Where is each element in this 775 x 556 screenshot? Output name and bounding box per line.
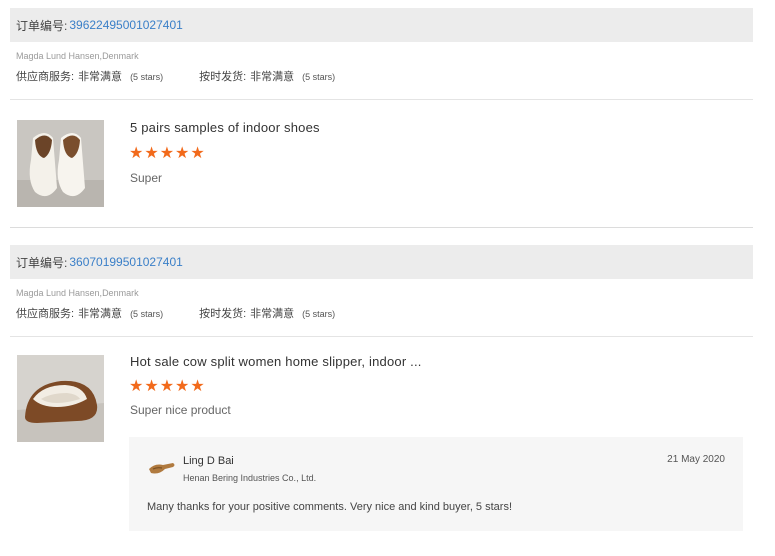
on-time-label: 按时发货: xyxy=(199,308,247,320)
supplier-service-stars: (5 stars) xyxy=(130,309,164,319)
on-time-stars: (5 stars) xyxy=(302,309,336,319)
order-meta: Magda Lund Hansen,Denmark 供应商服务: 非常满意 (5… xyxy=(10,279,753,337)
order-number-label: 订单编号: xyxy=(16,255,68,270)
supplier-service-rating: 供应商服务: 非常满意 (5 stars) xyxy=(16,305,163,321)
reply-date: 21 May 2020 xyxy=(667,454,725,465)
fur-slippers-pair-icon[interactable] xyxy=(17,120,104,207)
supplier-service-value: 非常满意 xyxy=(78,308,123,320)
supplier-reply: Ling D Bai Henan Bering Industries Co., … xyxy=(129,437,743,531)
product-title[interactable]: 5 pairs samples of indoor shoes xyxy=(130,120,320,135)
on-time-stars: (5 stars) xyxy=(302,72,336,82)
order-card: 订单编号: 39622495001027401 Magda Lund Hanse… xyxy=(10,8,753,228)
order-ratings: 供应商服务: 非常满意 (5 stars) 按时发货: 非常满意 (5 star… xyxy=(16,305,753,321)
order-header: 订单编号: 39622495001027401 xyxy=(10,8,753,42)
company-logo-icon xyxy=(147,457,177,479)
on-time-delivery-rating: 按时发货: 非常满意 (5 stars) xyxy=(199,68,335,84)
reply-message: Many thanks for your positive comments. … xyxy=(147,501,513,513)
on-time-delivery-rating: 按时发货: 非常满意 (5 stars) xyxy=(199,305,335,321)
product-review: Hot sale cow split women home slipper, i… xyxy=(10,337,753,547)
replier-company: Henan Bering Industries Co., Ltd. xyxy=(183,473,317,483)
review-comment: Super nice product xyxy=(130,403,231,417)
cow-split-slipper-icon[interactable] xyxy=(17,355,104,442)
order-number-label: 订单编号: xyxy=(16,18,68,33)
order-number-link[interactable]: 36070199501027401 xyxy=(69,255,182,269)
supplier-service-label: 供应商服务: xyxy=(16,308,75,320)
buyer-name: Magda Lund Hansen,Denmark xyxy=(16,288,139,298)
order-ratings: 供应商服务: 非常满意 (5 stars) 按时发货: 非常满意 (5 star… xyxy=(16,68,753,84)
product-title[interactable]: Hot sale cow split women home slipper, i… xyxy=(130,354,422,369)
on-time-value: 非常满意 xyxy=(250,308,295,320)
star-rating: ★★★★★ xyxy=(129,145,206,162)
order-number-link[interactable]: 39622495001027401 xyxy=(69,18,182,32)
supplier-service-label: 供应商服务: xyxy=(16,71,75,83)
supplier-service-value: 非常满意 xyxy=(78,71,123,83)
order-card: 订单编号: 36070199501027401 Magda Lund Hanse… xyxy=(10,245,753,547)
replier-name: Ling D Bai xyxy=(183,455,234,467)
on-time-label: 按时发货: xyxy=(199,71,247,83)
supplier-service-stars: (5 stars) xyxy=(130,72,164,82)
product-review: 5 pairs samples of indoor shoes ★★★★★ Su… xyxy=(10,100,753,228)
star-rating: ★★★★★ xyxy=(129,378,206,395)
supplier-service-rating: 供应商服务: 非常满意 (5 stars) xyxy=(16,68,163,84)
buyer-name: Magda Lund Hansen,Denmark xyxy=(16,51,139,61)
review-comment: Super xyxy=(130,171,163,185)
order-header: 订单编号: 36070199501027401 xyxy=(10,245,753,279)
on-time-value: 非常满意 xyxy=(250,71,295,83)
order-meta: Magda Lund Hansen,Denmark 供应商服务: 非常满意 (5… xyxy=(10,42,753,100)
